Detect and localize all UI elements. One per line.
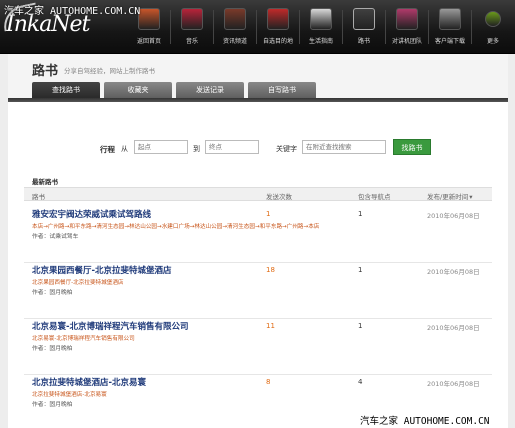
- main-content: 路书 分享自驾经验，网站上制作路书 查找路书 收藏夹 发送记录 自写路书 行程 …: [8, 54, 508, 428]
- roadbook-title-link[interactable]: 北京果园西餐厅-北京拉斐特城堡酒店: [32, 264, 172, 276]
- music-icon: [181, 8, 203, 30]
- header-nav-points: 包含导航点: [358, 193, 391, 201]
- nav-item-label: 资讯频道: [222, 38, 247, 45]
- to-label: 到: [193, 145, 200, 153]
- send-count: 18: [266, 266, 275, 274]
- roadbook-title-link[interactable]: 北京拉斐特城堡酒店-北京易寰: [32, 376, 146, 388]
- publish-date: 2010年06月08日: [427, 268, 480, 276]
- roadbook-icon: [353, 8, 375, 30]
- guide-icon: [310, 8, 332, 30]
- tab-bar: 查找路书 收藏夹 发送记录 自写路书: [32, 82, 320, 98]
- nav-item-label: 自选目的地: [262, 38, 293, 45]
- roadbook-title-link[interactable]: 北京易寰-北京博瑞祥程汽车销售有限公司: [32, 320, 189, 332]
- roadbook-title-link[interactable]: 雅安宏宇阀达荣威试乘试驾路线: [32, 208, 151, 220]
- tab-send-history[interactable]: 发送记录: [176, 82, 244, 98]
- nav-item-label: 对讲机团队: [391, 38, 422, 45]
- walkie-icon: [396, 8, 418, 30]
- keyword-input[interactable]: [302, 140, 386, 154]
- home-icon: [138, 8, 160, 30]
- page-title: 路书: [32, 64, 59, 79]
- nav-point-count: 1: [358, 210, 363, 218]
- roadbook-route-path: 北京果园西餐厅-北京拉斐特城堡酒店: [32, 280, 124, 286]
- nav-item-news[interactable]: 资讯频道: [214, 8, 256, 48]
- search-form: 行程 从 到 关键字 找路书: [8, 139, 508, 160]
- tab-write-roadbook[interactable]: 自写路书: [248, 82, 316, 98]
- nav-item-more[interactable]: 更多: [472, 8, 514, 48]
- from-input[interactable]: [134, 140, 188, 154]
- more-icon: [485, 11, 501, 27]
- nav-item-roadbook[interactable]: 路书: [343, 8, 385, 48]
- nav-point-count: 1: [358, 266, 363, 274]
- nav-item-label: 生活指南: [308, 38, 333, 45]
- publish-date: 2010年06月08日: [427, 212, 480, 220]
- roadbook-author: 作者：固月晚柏: [32, 402, 73, 408]
- watermark-top: 汽车之家 AUTOHOME.COM.CN: [4, 6, 141, 17]
- publish-date: 2010年06月08日: [427, 324, 480, 332]
- table-row: 北京果园西餐厅-北京拉斐特城堡酒店 北京果园西餐厅-北京拉斐特城堡酒店 作者：固月晚…: [24, 264, 492, 319]
- news-icon: [224, 8, 246, 30]
- page-header: 路书 分享自驾经验，网站上制作路书 查找路书 收藏夹 发送记录 自写路书: [8, 54, 508, 98]
- nav-item-label: 客户端下载: [434, 38, 465, 45]
- tab-underline: [8, 98, 508, 102]
- tab-favorites[interactable]: 收藏夹: [104, 82, 172, 98]
- watermark-bottom: 汽车之家 AUTOHOME.COM.CN: [357, 413, 493, 427]
- nav-item-label: 路书: [357, 38, 370, 45]
- nav-item-label: 音乐: [185, 38, 198, 45]
- roadbook-route-path: 本店→广州路→和平东路→清河生态园→林达山公园→水建口广场→林达山公园→清河生态…: [32, 224, 320, 230]
- nav-item-destination[interactable]: 自选目的地: [257, 8, 299, 48]
- section-title: 最新路书: [32, 178, 58, 186]
- roadbook-author: 作者：固月晚柏: [32, 346, 73, 352]
- nav-point-count: 1: [358, 322, 363, 330]
- tab-find-roadbook[interactable]: 查找路书: [32, 82, 100, 98]
- table-row: 北京易寰-北京博瑞祥程汽车销售有限公司 北京易寰-北京博瑞祥程汽车销售有限公司 作者…: [24, 320, 492, 375]
- send-count: 1: [266, 210, 271, 218]
- from-label: 从: [121, 145, 128, 153]
- roadbook-route-path: 北京易寰-北京博瑞祥程汽车销售有限公司: [32, 336, 135, 342]
- keyword-label: 关键字: [276, 145, 297, 153]
- download-icon: [439, 8, 461, 30]
- header-send-count: 发送次数: [266, 193, 292, 201]
- nav-item-download[interactable]: 客户端下载: [429, 8, 471, 48]
- roadbook-route-path: 北京拉斐特城堡酒店-北京易寰: [32, 392, 107, 398]
- nav-item-music[interactable]: 音乐: [171, 8, 213, 48]
- send-count: 11: [266, 322, 275, 330]
- publish-date: 2010年06月08日: [427, 380, 480, 388]
- header-publish-time[interactable]: 发布/更新时间: [427, 191, 472, 201]
- send-count: 8: [266, 378, 271, 386]
- nav-item-label: 返回首页: [136, 38, 161, 45]
- destination-icon: [267, 8, 289, 30]
- nav-item-walkie[interactable]: 对讲机团队: [386, 8, 428, 48]
- main-nav: 返回首页 音乐 资讯频道 自选目的地 生活指南 路书 对讲机团队 客户端下载 更多: [128, 8, 514, 48]
- page-subtitle: 分享自驾经验，网站上制作路书: [64, 67, 155, 75]
- nav-item-label: 更多: [486, 38, 499, 45]
- to-input[interactable]: [205, 140, 259, 154]
- table-header: 路书 发送次数 包含导航点 发布/更新时间: [24, 187, 492, 201]
- nav-item-guide[interactable]: 生活指南: [300, 8, 342, 48]
- table-row: 雅安宏宇阀达荣威试乘试驾路线本店→广州路→和平东路→清河生态园→林达山公园→水建…: [24, 208, 492, 263]
- roadbook-author: 作者：固月晚柏: [32, 290, 73, 296]
- route-label: 行程: [100, 145, 115, 154]
- nav-point-count: 4: [358, 378, 363, 386]
- roadbook-author: 作者：试乘试驾车: [32, 234, 79, 240]
- header-roadbook: 路书: [32, 193, 45, 201]
- find-roadbook-button[interactable]: 找路书: [393, 139, 431, 155]
